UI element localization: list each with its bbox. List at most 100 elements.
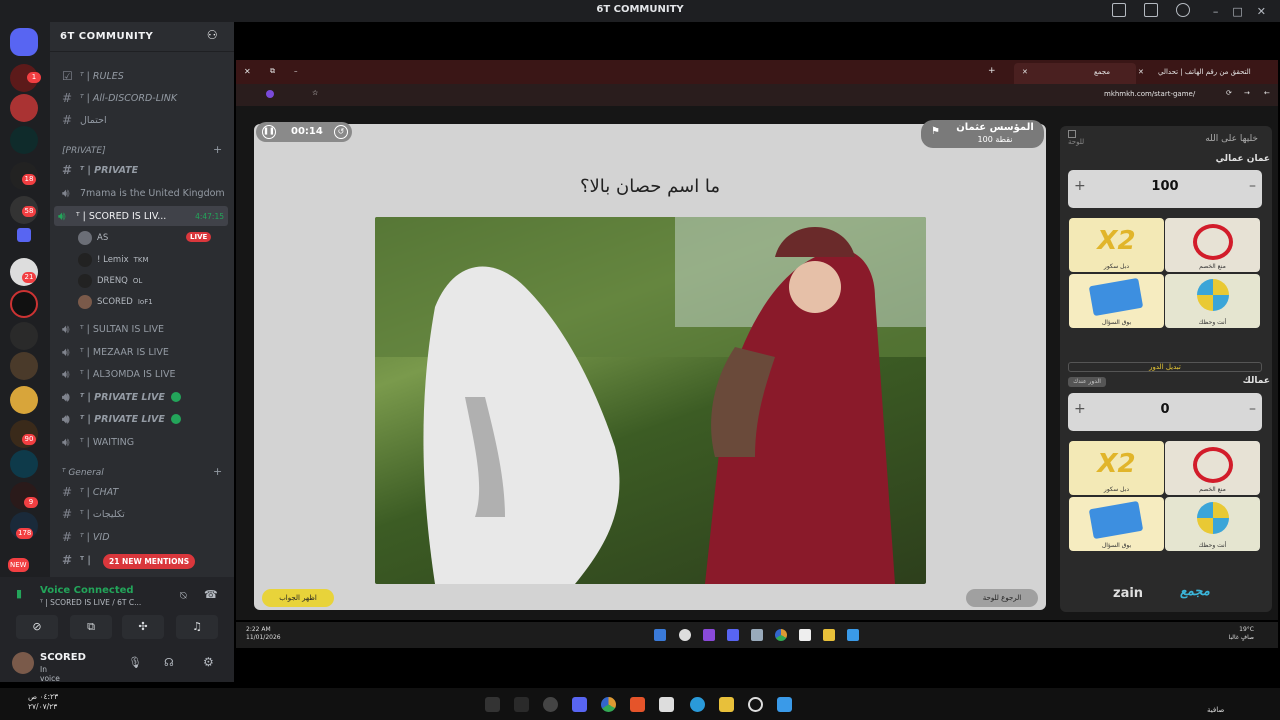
- edge-icon[interactable]: [690, 697, 705, 712]
- server-icon[interactable]: [10, 126, 38, 154]
- chrome-icon[interactable]: [775, 629, 787, 641]
- voice-channel-active[interactable]: 🔊︎ ᵀ | SCORED IS LIV... 4:47:15: [54, 206, 228, 226]
- voice-user[interactable]: SCORED IoF1: [78, 293, 153, 311]
- discord-icon[interactable]: [727, 629, 739, 641]
- steam-icon[interactable]: [654, 629, 666, 641]
- new-tab-icon[interactable]: +: [988, 66, 996, 76]
- minus-icon[interactable]: –: [1249, 178, 1256, 194]
- server-icon[interactable]: [10, 94, 38, 122]
- back-to-board-button[interactable]: الرجوع للوحة: [966, 589, 1038, 607]
- show-answer-button[interactable]: اظهر الجواب: [262, 589, 334, 607]
- reset-icon[interactable]: ↺: [334, 125, 348, 139]
- channel-private[interactable]: # ᵀ | PRIVATE: [58, 160, 228, 180]
- windows-start-icon[interactable]: [847, 629, 859, 641]
- minimize-icon[interactable]: –: [1213, 5, 1219, 18]
- server-header[interactable]: 6T COMMUNITY ⚇: [50, 22, 234, 52]
- add-channel-icon[interactable]: +: [213, 143, 222, 156]
- minimize-icon[interactable]: –: [294, 67, 298, 75]
- headphones-icon[interactable]: ☊: [164, 656, 174, 669]
- voice-channel[interactable]: 🔊︎ ᵀ | PRIVATE LIVE: [58, 387, 228, 407]
- channel-discord-link[interactable]: # ᵀ | All-DISCORD-LINK: [58, 88, 228, 108]
- app-icon[interactable]: [543, 697, 558, 712]
- disconnect-icon[interactable]: ☎: [204, 588, 218, 601]
- block-opponent-powerup[interactable]: منع الخصم: [1165, 441, 1260, 495]
- category-private[interactable]: [PRIVATE]: [62, 146, 106, 156]
- voice-channel[interactable]: 🔊︎ ᵀ | AL3OMDA IS LIVE: [58, 364, 228, 384]
- chrome-icon[interactable]: [601, 697, 616, 712]
- voice-channel[interactable]: 🔊︎ ᵀ | PRIVATE LIVE: [58, 409, 228, 429]
- folder-icon[interactable]: [17, 228, 31, 242]
- screen-icon[interactable]: [1144, 3, 1158, 17]
- luck-wheel-powerup[interactable]: أنت وحظك: [1165, 497, 1260, 551]
- forward-icon[interactable]: →: [1244, 89, 1250, 97]
- add-member-icon[interactable]: ⚇: [207, 28, 218, 42]
- minus-icon[interactable]: –: [1249, 401, 1256, 417]
- camera-off-button[interactable]: ⊘: [16, 615, 58, 639]
- category-general[interactable]: ᵀ General: [62, 468, 104, 478]
- settings-gear-icon[interactable]: ⚙: [203, 655, 214, 669]
- server-icon[interactable]: [10, 450, 38, 478]
- voice-channel[interactable]: 🔊︎ ᵀ | WAITING: [58, 432, 228, 452]
- restore-icon[interactable]: ⧉: [270, 67, 275, 76]
- tab-active[interactable]: ✕ مجمع: [1014, 63, 1136, 84]
- voice-channel[interactable]: 🔊︎ ᵀ | MEZAAR IS LIVE: [58, 342, 228, 362]
- profile-icon[interactable]: [266, 90, 274, 98]
- voice-user[interactable]: AS: [78, 229, 108, 247]
- tab-close-icon[interactable]: ✕: [1022, 68, 1028, 76]
- reload-icon[interactable]: ⟳: [1226, 89, 1232, 97]
- folder-icon[interactable]: [719, 697, 734, 712]
- help-icon[interactable]: [1176, 3, 1190, 17]
- double-score-powerup[interactable]: X2 دبل سكور: [1069, 441, 1164, 495]
- voice-user[interactable]: ! Lemix TKM: [78, 251, 149, 269]
- server-icon[interactable]: [10, 352, 38, 380]
- obs-icon[interactable]: [679, 629, 691, 641]
- tab-label[interactable]: التحقق من رقم الهاتف | تحدالي: [1158, 68, 1251, 76]
- close-icon[interactable]: ✕: [1257, 5, 1266, 18]
- channel-rules[interactable]: ☑ ᵀ | RULES: [58, 66, 228, 86]
- soundboard-button[interactable]: ♫: [176, 615, 218, 639]
- activities-button[interactable]: ✣: [122, 615, 164, 639]
- voice-channel[interactable]: 🔊︎ 7mama is the United Kingdom: [58, 183, 228, 203]
- server-icon[interactable]: [10, 322, 38, 350]
- screen-share-button[interactable]: ⧉: [70, 615, 112, 639]
- close-icon[interactable]: ✕: [244, 67, 251, 76]
- brave-icon[interactable]: [630, 697, 645, 712]
- voice-connected-label[interactable]: Voice Connected: [40, 585, 134, 596]
- flag-icon[interactable]: ⚑: [931, 126, 940, 137]
- system-clock[interactable]: ٠٤:٢٣ ص ٢٧/٠٧/٢٣: [28, 692, 58, 712]
- add-channel-icon[interactable]: +: [213, 465, 222, 478]
- question-horn-powerup[interactable]: بوق السؤال: [1069, 497, 1164, 551]
- server-icon[interactable]: [10, 386, 38, 414]
- tab-close-icon[interactable]: ✕: [1138, 68, 1144, 76]
- luck-wheel-powerup[interactable]: أنت وحظك: [1165, 274, 1260, 328]
- microphone-icon[interactable]: 🎙︎: [128, 656, 142, 669]
- new-mentions-button[interactable]: 21 NEW MENTIONS: [103, 554, 196, 569]
- maximize-icon[interactable]: □: [1232, 5, 1242, 18]
- voice-channel[interactable]: 🔊︎ ᵀ | SULTAN IS LIVE: [58, 319, 228, 339]
- search-icon[interactable]: [748, 697, 763, 712]
- channel-text[interactable]: # ᵀ | تكليجات: [58, 504, 228, 524]
- folder-icon[interactable]: [823, 629, 835, 641]
- question-horn-powerup[interactable]: بوق السؤال: [1069, 274, 1164, 328]
- windows-start-icon[interactable]: [777, 697, 792, 712]
- noise-suppression-icon[interactable]: ⍉: [180, 589, 187, 603]
- board-link[interactable]: للوحة: [1068, 130, 1084, 146]
- discord-icon[interactable]: [572, 697, 587, 712]
- pause-icon[interactable]: ❚❚: [262, 125, 276, 139]
- discord-home-icon[interactable]: [10, 28, 38, 56]
- server-6t-store-icon[interactable]: [10, 290, 38, 318]
- app-icon[interactable]: [751, 629, 763, 641]
- channel-text[interactable]: # احتمال: [58, 110, 228, 130]
- back-icon[interactable]: ←: [1264, 89, 1270, 97]
- inbox-icon[interactable]: [1112, 3, 1126, 17]
- block-opponent-powerup[interactable]: منع الخصم: [1165, 218, 1260, 272]
- app-icon[interactable]: [703, 629, 715, 641]
- star-icon[interactable]: ☆: [312, 89, 318, 97]
- signal-icon[interactable]: ▮: [16, 587, 22, 600]
- store-icon[interactable]: [799, 629, 811, 641]
- channel-chat[interactable]: # ᵀ | CHAT: [58, 482, 228, 502]
- voice-user[interactable]: DRENQ OL: [78, 272, 142, 290]
- swap-turn-button[interactable]: تبديل الدور: [1068, 362, 1262, 372]
- channel-vid[interactable]: # ᵀ | VID: [58, 527, 228, 547]
- store-icon[interactable]: [659, 697, 674, 712]
